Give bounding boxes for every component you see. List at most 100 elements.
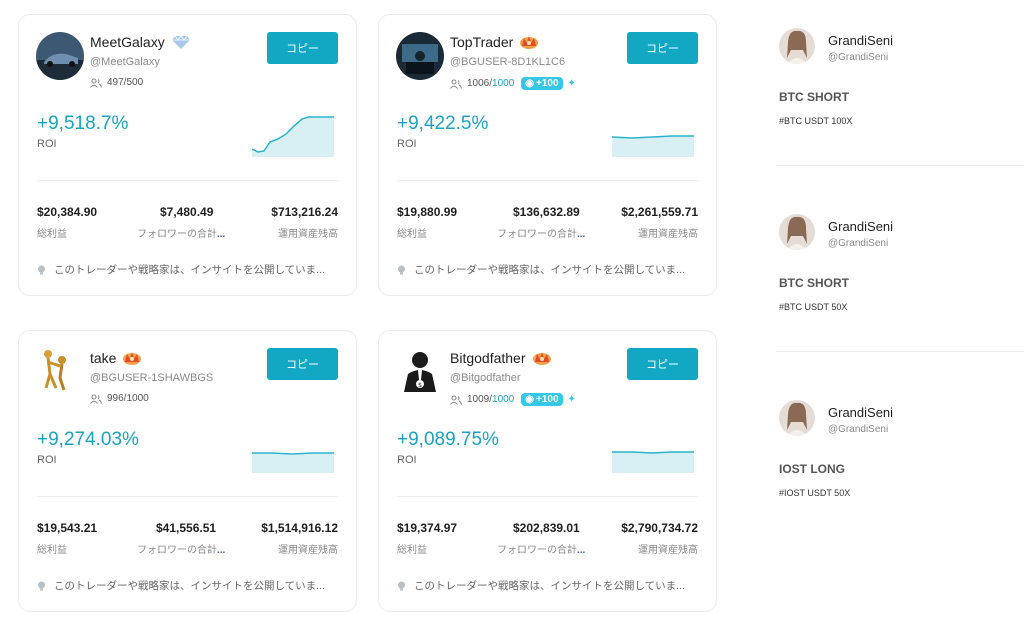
post-author-name[interactable]: GrandiSeni	[828, 219, 893, 234]
trader-name-row: MeetGalaxy	[90, 34, 191, 50]
aum-label: 運用資産残高	[278, 545, 338, 556]
svg-text:$: $	[418, 382, 422, 389]
trader-handle: @MeetGalaxy	[90, 56, 160, 68]
post-author-handle: @GrandiSeni	[828, 52, 889, 63]
divider	[397, 496, 698, 497]
total-pnl-value: $19,374.97	[397, 521, 458, 535]
post-title[interactable]: BTC SHORT	[779, 276, 849, 290]
roi-label: ROI	[37, 138, 57, 150]
post-tags: #BTC USDT 50X	[779, 302, 848, 312]
diamond-icon	[171, 34, 191, 50]
trader-handle: @BGUSER-8D1KL1C6	[450, 56, 566, 68]
followers-pnl-value: $7,480.49	[160, 205, 214, 219]
trader-card[interactable]: take @BGUSER-1SHAWBGS 996/1000 コピー +9,27…	[18, 330, 357, 612]
users-icon	[90, 394, 102, 404]
trader-name[interactable]: TopTrader	[450, 34, 513, 50]
trader-card[interactable]: MeetGalaxy @MeetGalaxy 497/500 コピー +9,51…	[18, 14, 357, 296]
boost-icon: ◉	[525, 394, 535, 405]
trader-name[interactable]: take	[90, 350, 116, 366]
users-icon	[450, 395, 462, 405]
total-pnl-label: 総利益	[37, 545, 67, 556]
trader-handle: @Bitgodfather	[450, 372, 521, 384]
followers-pnl-label: フォロワーの合計...	[497, 229, 586, 240]
trader-handle: @BGUSER-1SHAWBGS	[90, 372, 214, 384]
roi-value: +9,274.03%	[37, 429, 139, 450]
sparkle-icon: ✦	[567, 394, 576, 405]
copy-button[interactable]: コピー	[627, 32, 698, 64]
crown-icon	[519, 34, 539, 50]
follower-count: 1009/1000 ◉ +100 ✦	[450, 393, 576, 406]
post-author-handle: @GrandiSeni	[828, 424, 889, 435]
followers-pnl-label: フォロワーの合計...	[137, 229, 226, 240]
divider	[37, 180, 338, 181]
follower-boost-badge: ◉ +100	[521, 77, 563, 90]
crown-icon	[532, 350, 552, 366]
post-author-handle: @GrandiSeni	[828, 238, 889, 249]
follower-count: 497/500	[90, 77, 143, 88]
copy-trading-page: MeetGalaxy @MeetGalaxy 497/500 コピー +9,51…	[0, 0, 1024, 624]
roi-sparkline	[252, 452, 334, 473]
divider	[776, 165, 1024, 166]
trader-name[interactable]: Bitgodfather	[450, 350, 526, 366]
lightbulb-icon	[38, 265, 45, 274]
post-author-name[interactable]: GrandiSeni	[828, 33, 893, 48]
insight-notice: このトレーダーや戦略家は、インサイトを公開していま...	[397, 578, 685, 593]
avatar[interactable]	[779, 400, 815, 436]
trader-name[interactable]: MeetGalaxy	[90, 34, 165, 50]
roi-label: ROI	[397, 138, 417, 150]
total-pnl-value: $19,880.99	[397, 205, 458, 219]
follower-count-value: 497/500	[107, 77, 144, 88]
aum-value: $2,790,734.72	[621, 521, 698, 535]
total-pnl-label: 総利益	[37, 229, 67, 240]
divider	[776, 351, 1024, 352]
avatar[interactable]	[779, 214, 815, 250]
follower-count: 1006/1000 ◉ +100 ✦	[450, 77, 576, 90]
lightbulb-icon	[38, 581, 45, 590]
copy-button[interactable]: コピー	[627, 348, 698, 380]
post-author-name[interactable]: GrandiSeni	[828, 405, 893, 420]
roi-sparkline	[612, 135, 694, 157]
crown-icon	[122, 350, 142, 366]
roi-value: +9,422.5%	[397, 113, 489, 134]
copy-button[interactable]: コピー	[267, 32, 338, 64]
followers-pnl-label: フォロワーの合計...	[497, 545, 586, 556]
avatar[interactable]	[36, 348, 84, 396]
roi-label: ROI	[397, 454, 417, 466]
post-tags: #BTC USDT 100X	[779, 116, 853, 126]
roi-value: +9,089.75%	[397, 429, 499, 450]
aum-label: 運用資産残高	[278, 229, 338, 240]
trader-card[interactable]: TopTrader @BGUSER-8D1KL1C6 1006/1000 ◉ +1…	[378, 14, 717, 296]
avatar[interactable]	[779, 28, 815, 64]
roi-sparkline	[252, 116, 334, 157]
avatar[interactable]	[396, 32, 444, 80]
aum-value: $1,514,916.12	[261, 521, 338, 535]
aum-value: $2,261,559.71	[621, 205, 698, 219]
trader-name-row: Bitgodfather	[450, 350, 552, 366]
roi-value: +9,518.7%	[37, 113, 129, 134]
followers-pnl-label: フォロワーの合計...	[137, 545, 226, 556]
followers-pnl-value: $41,556.51	[156, 521, 217, 535]
divider	[397, 180, 698, 181]
copy-button[interactable]: コピー	[267, 348, 338, 380]
lightbulb-icon	[398, 265, 405, 274]
trader-name-row: TopTrader	[450, 34, 539, 50]
users-icon	[450, 79, 462, 89]
insight-notice: このトレーダーや戦略家は、インサイトを公開していま...	[37, 578, 325, 593]
trader-card[interactable]: $ Bitgodfather @Bitgodfather 1009/1000 ◉…	[378, 330, 717, 612]
post-tags: #IOST USDT 50X	[779, 488, 851, 498]
trader-name-row: take	[90, 350, 142, 366]
follower-count: 996/1000	[90, 393, 149, 404]
insight-notice: このトレーダーや戦略家は、インサイトを公開していま...	[37, 262, 325, 277]
aum-label: 運用資産残高	[638, 545, 698, 556]
lightbulb-icon	[398, 581, 405, 590]
post-title[interactable]: BTC SHORT	[779, 90, 849, 104]
divider	[37, 496, 338, 497]
follower-count-value: 1009/1000	[467, 394, 515, 405]
avatar[interactable]: $	[396, 348, 444, 396]
total-pnl-label: 総利益	[397, 545, 427, 556]
post-title[interactable]: IOST LONG	[779, 462, 845, 476]
follower-boost-badge: ◉ +100	[521, 393, 563, 406]
avatar[interactable]	[36, 32, 84, 80]
sparkle-icon: ✦	[567, 78, 576, 89]
roi-sparkline	[612, 451, 694, 473]
